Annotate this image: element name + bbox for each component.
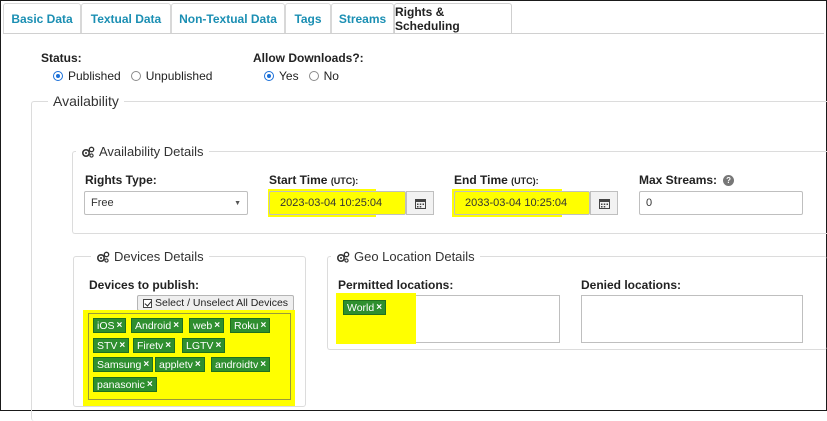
device-chip-panasonic[interactable]: panasonic × xyxy=(93,377,157,392)
tab-tags[interactable]: Tags xyxy=(285,3,331,34)
gears-icon xyxy=(96,251,110,263)
geo-location-title: Geo Location Details xyxy=(354,249,475,264)
remove-icon[interactable]: × xyxy=(376,302,382,313)
chip-label: Android xyxy=(135,319,172,332)
rights-type-label: Rights Type: xyxy=(85,173,157,187)
rights-type-select[interactable]: Free ▼ xyxy=(84,191,248,215)
start-time-input[interactable]: 2023-03-04 10:25:04 xyxy=(269,191,406,215)
denied-locations-label: Denied locations: xyxy=(581,278,682,292)
remove-icon[interactable]: × xyxy=(261,320,267,331)
max-streams-label-text: Max Streams: xyxy=(639,173,718,187)
tab-basic-data[interactable]: Basic Data xyxy=(3,3,81,34)
chip-label: Firetv xyxy=(137,339,164,352)
calendar-icon xyxy=(598,198,610,209)
status-unpublished-label[interactable]: Unpublished xyxy=(146,69,213,83)
remove-icon[interactable]: × xyxy=(117,320,123,331)
remove-icon[interactable]: × xyxy=(147,379,153,390)
remove-icon[interactable]: × xyxy=(214,320,220,331)
remove-icon[interactable]: × xyxy=(143,359,149,370)
chip-label: Roku xyxy=(234,319,259,332)
chip-label: appletv xyxy=(159,358,193,371)
chip-label: LGTV xyxy=(186,339,214,352)
chip-label: Samsung xyxy=(97,358,142,371)
device-chip-firetv[interactable]: Firetv × xyxy=(133,338,176,353)
chevron-down-icon: ▼ xyxy=(234,200,241,207)
availability-details-title: Availability Details xyxy=(99,144,204,159)
status-published-radio[interactable] xyxy=(53,71,63,81)
devices-legend: Devices Details xyxy=(91,249,209,264)
status-radio-group: Published Unpublished xyxy=(53,69,222,83)
tab-rights-scheduling[interactable]: Rights & Scheduling xyxy=(394,3,512,34)
end-time-suffix: (UTC): xyxy=(511,176,539,186)
downloads-radio-group: Yes No xyxy=(264,69,349,83)
rights-type-value: Free xyxy=(91,197,114,209)
tab-non-textual-data[interactable]: Non-Textual Data xyxy=(171,3,285,34)
max-streams-input[interactable]: 0 xyxy=(639,191,803,215)
tab-divider xyxy=(3,33,824,34)
status-published-label[interactable]: Published xyxy=(68,69,121,83)
permitted-locations-label: Permitted locations: xyxy=(338,278,454,292)
device-chip-ios[interactable]: iOS × xyxy=(93,318,127,333)
remove-icon[interactable]: × xyxy=(165,340,171,351)
chip-label: World xyxy=(347,301,375,314)
checkbox-icon xyxy=(143,298,152,308)
downloads-no-radio[interactable] xyxy=(308,71,319,81)
chip-label: web xyxy=(193,319,213,332)
remove-icon[interactable]: × xyxy=(119,340,125,351)
denied-locations-multiselect[interactable] xyxy=(581,295,803,343)
start-time-value: 2023-03-04 10:25:04 xyxy=(280,197,383,209)
availability-details-legend: Availability Details xyxy=(76,144,209,159)
device-chip-lgtv[interactable]: LGTV × xyxy=(182,338,226,353)
remove-icon[interactable]: × xyxy=(173,320,179,331)
gears-icon xyxy=(336,251,350,263)
downloads-no-label[interactable]: No xyxy=(324,69,339,83)
device-chip-appletv[interactable]: appletv × xyxy=(155,357,205,372)
start-time-suffix: (UTC): xyxy=(330,176,359,186)
downloads-yes-label[interactable]: Yes xyxy=(279,69,299,83)
chip-label: androidtv xyxy=(215,358,259,371)
select-all-devices-label: Select / Unselect All Devices xyxy=(155,297,289,309)
availability-title: Availability xyxy=(53,93,119,109)
end-time-input[interactable]: 2033-03-04 10:25:04 xyxy=(454,191,590,215)
tab-streams[interactable]: Streams xyxy=(331,3,394,34)
tab-textual-data[interactable]: Textual Data xyxy=(81,3,171,34)
devices-title: Devices Details xyxy=(114,249,204,264)
end-time-calendar-button[interactable] xyxy=(590,191,618,215)
remove-icon[interactable]: × xyxy=(215,340,221,351)
location-chip-world[interactable]: World × xyxy=(343,300,387,315)
device-chip-stv[interactable]: STV × xyxy=(93,338,130,353)
status-unpublished-radio[interactable] xyxy=(130,71,141,81)
device-chip-roku[interactable]: Roku × xyxy=(230,318,271,333)
devices-to-publish-label: Devices to publish: xyxy=(89,278,200,292)
start-time-label: Start Time (UTC): xyxy=(269,173,358,187)
chip-label: STV xyxy=(97,339,118,352)
device-chip-androidtv[interactable]: androidtv × xyxy=(211,357,271,372)
select-all-devices-button[interactable]: Select / Unselect All Devices xyxy=(137,295,295,311)
start-time-calendar-button[interactable] xyxy=(406,191,434,215)
chip-label: iOS xyxy=(97,319,115,332)
max-streams-value: 0 xyxy=(646,197,653,209)
help-icon[interactable]: ? xyxy=(723,174,735,186)
end-time-label-text: End Time xyxy=(454,173,508,187)
remove-icon[interactable]: × xyxy=(195,359,201,370)
device-chip-samsung[interactable]: Samsung × xyxy=(93,357,154,372)
remove-icon[interactable]: × xyxy=(260,359,266,370)
end-time-label: End Time (UTC): xyxy=(454,173,539,187)
status-label: Status: xyxy=(41,51,82,65)
calendar-icon xyxy=(414,198,426,209)
device-chip-web[interactable]: web × xyxy=(189,318,225,333)
chip-label: panasonic xyxy=(97,378,145,391)
max-streams-label: Max Streams: ? xyxy=(639,173,735,187)
end-time-value: 2033-03-04 10:25:04 xyxy=(465,197,568,209)
gears-icon xyxy=(81,146,95,158)
start-time-label-text: Start Time xyxy=(269,173,328,187)
device-chip-android[interactable]: Android × xyxy=(131,318,184,333)
downloads-yes-radio[interactable] xyxy=(264,71,274,81)
availability-legend: Availability xyxy=(48,93,124,109)
allow-downloads-label: Allow Downloads?: xyxy=(253,51,364,65)
geo-location-legend: Geo Location Details xyxy=(331,249,480,264)
